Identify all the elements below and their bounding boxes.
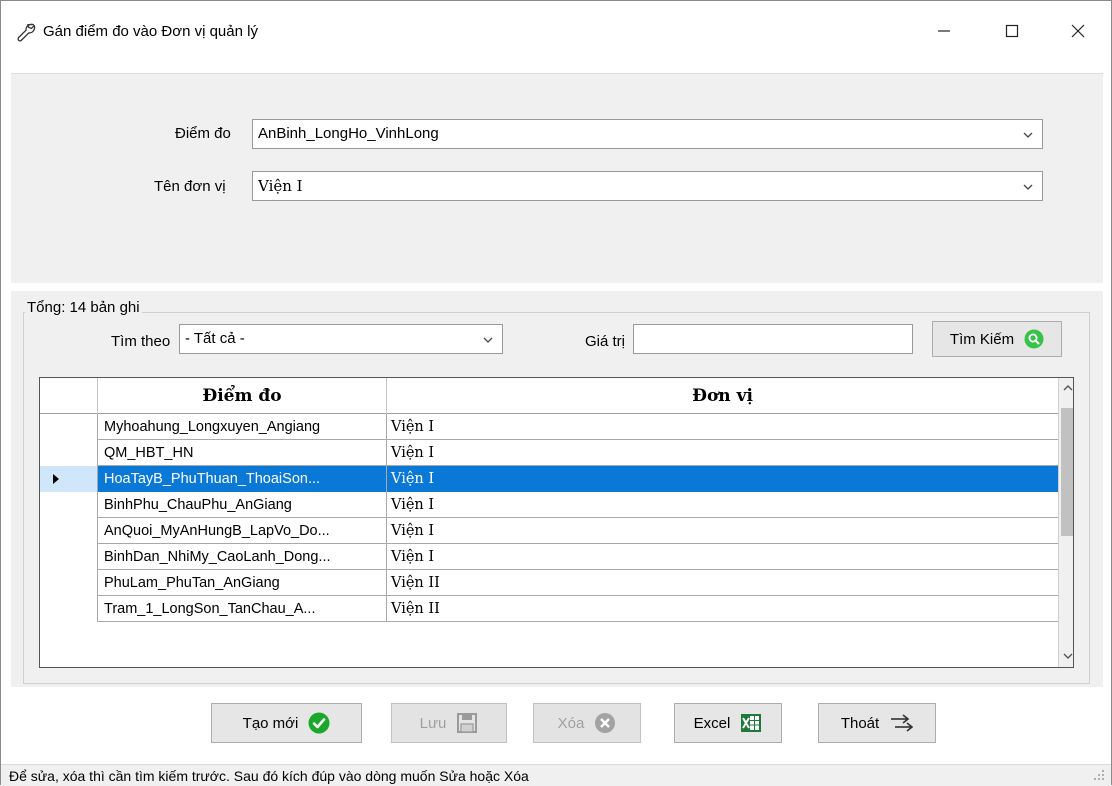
current-row-arrow-icon [53,474,59,484]
scroll-thumb[interactable] [1061,408,1073,536]
search-button[interactable]: Tìm Kiếm [932,321,1062,357]
close-button[interactable] [1055,11,1101,51]
row-indicator[interactable] [40,440,98,466]
checkmark-icon [308,712,330,734]
cell-don-vi[interactable]: Viện I [387,466,1058,492]
table-row[interactable]: Tram_1_LongSon_TanChau_A... Viện II [40,596,1058,622]
diem-do-value: AnBinh_LongHo_VinhLong [258,125,439,142]
chevron-down-icon [1023,132,1033,138]
status-bar: Để sửa, xóa thì cần tìm kiếm trước. Sau … [1,764,1111,786]
xoa-button[interactable]: Xóa [533,703,641,743]
cell-don-vi[interactable]: Viện I [387,414,1058,440]
chevron-down-icon [1063,653,1072,659]
cell-diem-do[interactable]: Myhoahung_Longxuyen_Angiang [98,414,387,440]
row-indicator[interactable] [40,414,98,440]
exit-arrows-icon [891,714,914,732]
diem-do-label: Điểm đo [175,125,231,142]
cell-diem-do[interactable]: QM_HBT_HN [98,440,387,466]
row-indicator[interactable] [40,466,98,492]
ten-don-vi-value: Viện I [258,177,303,195]
chevron-down-icon [483,337,493,343]
cell-don-vi[interactable]: Viện I [387,544,1058,570]
tao-moi-label: Tạo mới [242,714,299,732]
table-row[interactable]: BinhDan_NhiMy_CaoLanh_Dong... Viện I [40,544,1058,570]
minimize-icon [938,30,950,32]
cell-diem-do[interactable]: BinhPhu_ChauPhu_AnGiang [98,492,387,518]
gia-tri-label: Giá trị [585,333,626,350]
luu-label: Lưu [419,714,447,732]
ten-don-vi-label: Tên đơn vị [154,178,226,195]
cell-diem-do[interactable]: BinhDan_NhiMy_CaoLanh_Dong... [98,544,387,570]
app-window: Gán điểm đo vào Đơn vị quản lý Điểm đo A… [0,0,1112,786]
resize-grip-icon[interactable] [1093,769,1105,781]
thoat-button[interactable]: Thoát [818,703,936,743]
table-row[interactable]: BinhPhu_ChauPhu_AnGiang Viện I [40,492,1058,518]
cell-don-vi[interactable]: Viện I [387,440,1058,466]
column-header-diem-do[interactable]: Điểm đo [98,378,387,414]
header-row-indicator [40,378,98,414]
cell-don-vi[interactable]: Viện II [387,596,1058,622]
cell-don-vi[interactable]: Viện II [387,570,1058,596]
table-row[interactable]: QM_HBT_HN Viện I [40,440,1058,466]
search-icon [1024,329,1044,349]
data-grid[interactable]: Điểm đo Đơn vị Myhoahung_Longxuyen_Angia… [39,377,1074,668]
chevron-up-icon [1063,385,1072,391]
delete-icon [595,713,616,733]
maximize-button[interactable] [989,11,1035,51]
thoat-label: Thoát [840,714,880,732]
table-row-selected[interactable]: HoaTayB_PhuThuan_ThoaiSon... Viện I [40,466,1058,492]
luu-button[interactable]: Lưu [391,703,507,743]
table-row[interactable]: Myhoahung_Longxuyen_Angiang Viện I [40,414,1058,440]
row-indicator[interactable] [40,492,98,518]
close-icon [1071,24,1085,38]
title-bar[interactable]: Gán điểm đo vào Đơn vị quản lý [1,1,1111,59]
gia-tri-input[interactable] [633,324,913,354]
cell-diem-do[interactable]: PhuLam_PhuTan_AnGiang [98,570,387,596]
search-button-label: Tìm Kiếm [949,330,1015,348]
row-indicator[interactable] [40,544,98,570]
diem-do-combobox[interactable]: AnBinh_LongHo_VinhLong [252,119,1043,149]
save-icon [457,713,478,733]
cell-diem-do[interactable]: HoaTayB_PhuThuan_ThoaiSon... [98,466,387,492]
table-row[interactable]: AnQuoi_MyAnHungB_LapVo_Do... Viện I [40,518,1058,544]
tao-moi-button[interactable]: Tạo mới [211,703,362,743]
minimize-button[interactable] [921,11,967,51]
cell-don-vi[interactable]: Viện I [387,518,1058,544]
scroll-down-button[interactable] [1059,646,1073,666]
chevron-down-icon [1023,184,1033,190]
cell-diem-do[interactable]: Tram_1_LongSon_TanChau_A... [98,596,387,622]
row-indicator[interactable] [40,596,98,622]
maximize-icon [1005,24,1019,38]
scroll-up-button[interactable] [1059,378,1073,398]
cell-diem-do[interactable]: AnQuoi_MyAnHungB_LapVo_Do... [98,518,387,544]
record-count: Tổng: 14 bản ghi [25,299,142,316]
excel-label: Excel [693,714,731,732]
window-title: Gán điểm đo vào Đơn vị quản lý [43,23,258,40]
tim-theo-label: Tìm theo [111,333,171,350]
cell-don-vi[interactable]: Viện I [387,492,1058,518]
vertical-scrollbar[interactable] [1058,378,1073,667]
ten-don-vi-combobox[interactable]: Viện I [252,171,1043,201]
tim-theo-value: - Tất cả - [185,330,245,347]
status-text: Để sửa, xóa thì cần tìm kiếm trước. Sau … [9,768,529,784]
wrench-icon [17,23,36,42]
table-row[interactable]: PhuLam_PhuTan_AnGiang Viện II [40,570,1058,596]
excel-button[interactable]: Excel [674,703,782,743]
xoa-label: Xóa [557,714,585,732]
tim-theo-combobox[interactable]: - Tất cả - [179,324,503,354]
excel-icon [741,714,762,732]
column-header-don-vi[interactable]: Đơn vị [387,378,1058,414]
row-indicator[interactable] [40,518,98,544]
row-indicator[interactable] [40,570,98,596]
grid-header: Điểm đo Đơn vị [40,378,1058,414]
